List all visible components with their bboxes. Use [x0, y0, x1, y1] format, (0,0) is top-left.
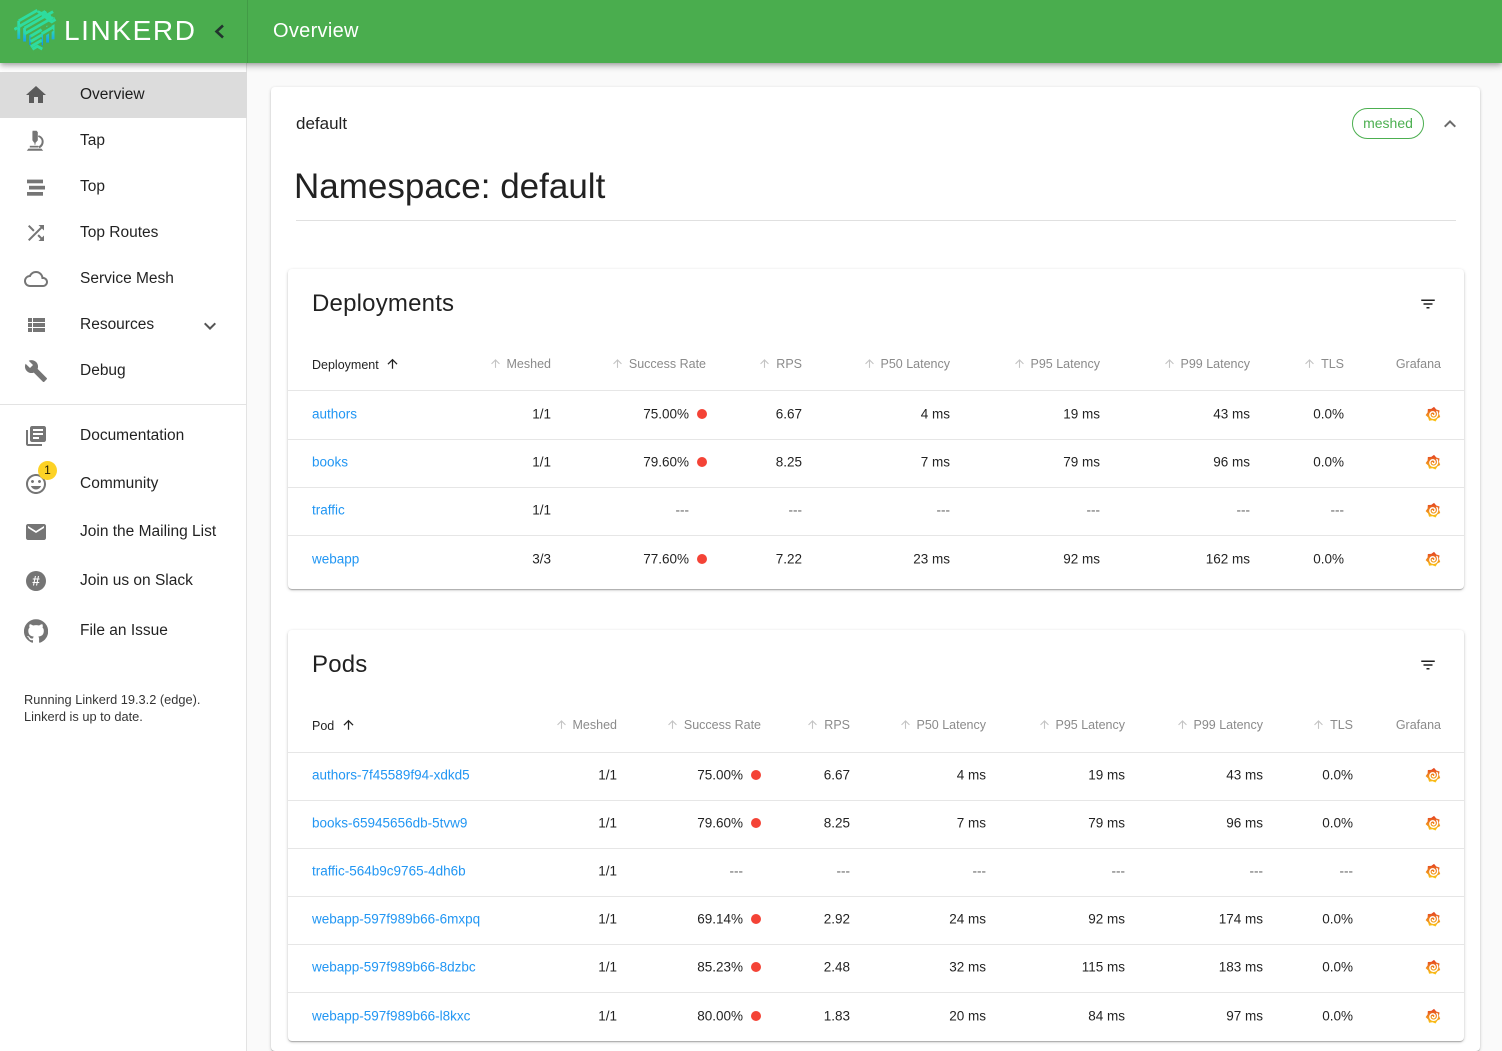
svg-text:#: # [32, 574, 40, 589]
